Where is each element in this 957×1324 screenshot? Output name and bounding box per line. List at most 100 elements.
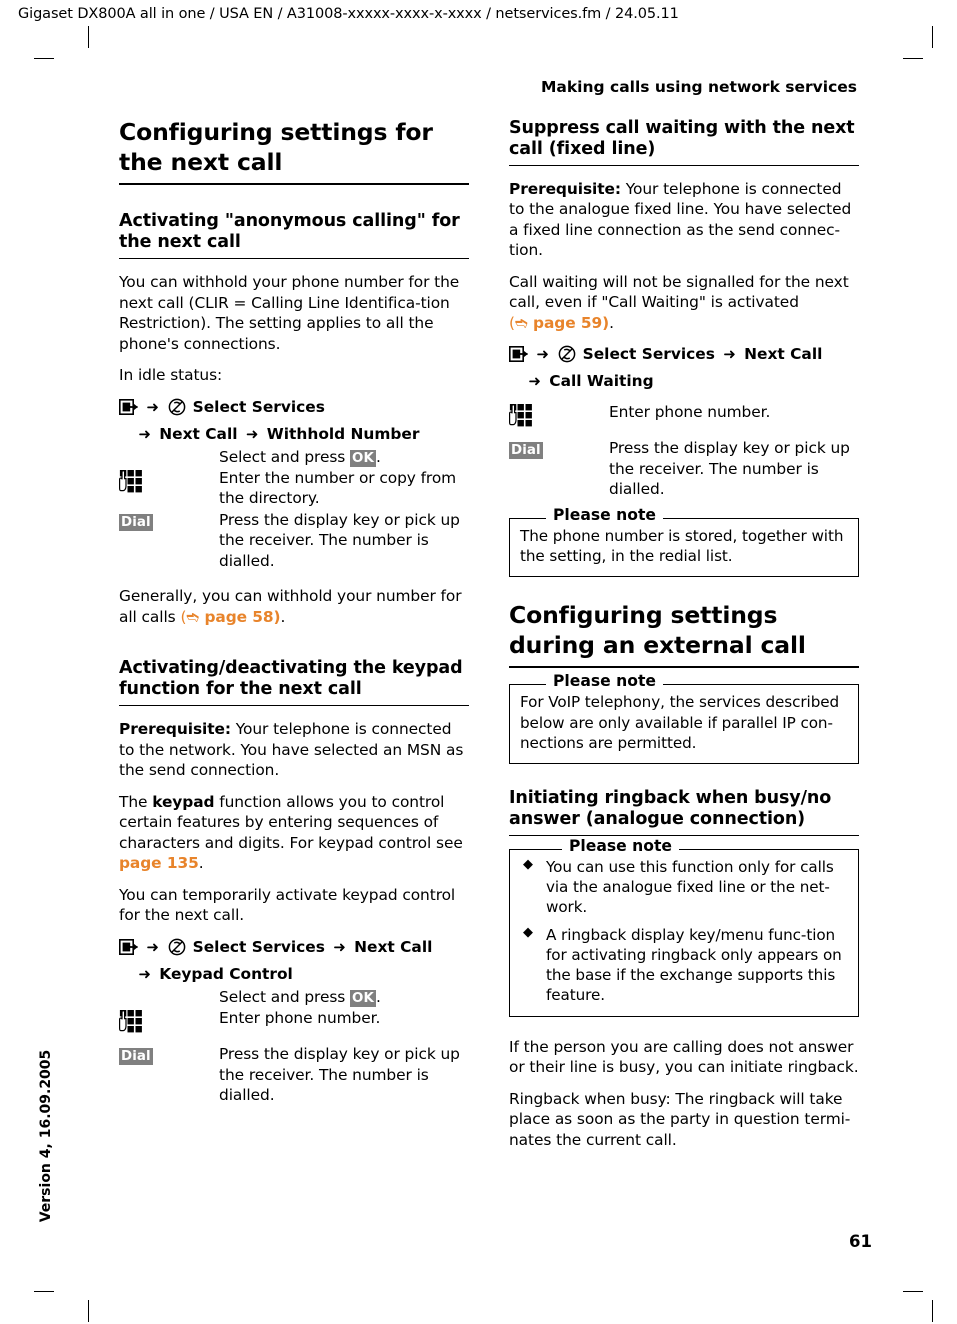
arrow-icon: ➜ xyxy=(146,937,159,956)
crop-mark-left-bottom xyxy=(34,1291,54,1292)
paragraph-temporary-keypad: You can temporarily activate keypad cont… xyxy=(119,885,456,925)
paragraph-text-end: . xyxy=(609,313,614,332)
manual-page: Gigaset DX800A all in one / USA EN / A31… xyxy=(0,0,957,1324)
paragraph-ringback-when-busy: Ringback when busy: The ringback will ta… xyxy=(509,1089,851,1149)
ok-display-key[interactable]: OK xyxy=(350,449,376,467)
paragraph-keypad-explanation: The keypad function allows you to contro… xyxy=(119,792,469,874)
list-item-text: A ringback display key/menu func-tion fo… xyxy=(546,925,842,1005)
menu-item-withhold-number[interactable]: Withhold Number xyxy=(267,425,420,443)
step-enter-phone-number-r1: Enter phone number. xyxy=(509,402,859,437)
list-item-text: You can use this function only for calls… xyxy=(546,858,834,917)
step-text-suffix: . xyxy=(376,447,381,466)
right-column: Suppress call waiting with the next call… xyxy=(509,118,859,1150)
paragraph-call-waiting-not-signalled: Call waiting will not be signalled for t… xyxy=(509,272,859,333)
step-key-dial: Dial xyxy=(119,1044,219,1066)
step-text-press-dial: Press the display key or pick up the rec… xyxy=(219,510,460,570)
version-marker: Version 4, 16.09.2005 xyxy=(38,1049,54,1223)
paragraph-prerequisite-network: Prerequisite: Your telephone is connecte… xyxy=(119,719,469,780)
section-heading-anonymous-calling: Activating "anonymous calling" for the n… xyxy=(119,211,460,253)
step-key-empty xyxy=(119,447,219,449)
crop-mark-bottom-left xyxy=(88,1300,89,1322)
step-text-enter-phone-number-r1: Enter phone number. xyxy=(609,403,771,422)
step-key-keypad xyxy=(119,468,219,503)
crop-mark-top-right xyxy=(932,26,933,48)
menu-item-next-call[interactable]: Next Call xyxy=(159,425,237,443)
arrow-icon: ➜ xyxy=(528,372,541,391)
keypad-icon xyxy=(119,1009,219,1043)
step-select-ok: Select and press OK. xyxy=(119,447,469,467)
crop-mark-top-left xyxy=(88,26,89,48)
step-text-press-dial-2: Press the display key or pick up the rec… xyxy=(219,1045,460,1105)
xref-page-59[interactable]: page 59) xyxy=(533,314,609,332)
note-box-title: Please note xyxy=(546,507,664,524)
menu-item-select-services[interactable]: Select Services xyxy=(583,345,715,363)
arrow-icon: ➜ xyxy=(723,345,736,364)
arrow-icon: ➜ xyxy=(146,397,159,416)
paragraph-text: Generally, you can withhold your number … xyxy=(119,587,462,626)
menu-item-call-waiting[interactable]: Call Waiting xyxy=(549,372,653,390)
section-heading-keypad-function: Activating/deactivating the keypad funct… xyxy=(119,658,463,700)
step-text-suffix: . xyxy=(376,987,381,1006)
note-box-text: For VoIP telephony, the services describ… xyxy=(520,693,840,752)
section-rule xyxy=(509,835,859,837)
menu-path-keypad-control-line2: ➜ Keypad Control xyxy=(119,964,469,985)
section-rule xyxy=(119,258,469,260)
menu-path-call-waiting-line2: ➜ Call Waiting xyxy=(509,371,859,392)
step-enter-number: Enter the number or copy from the direct… xyxy=(119,468,469,509)
ok-display-key[interactable]: OK xyxy=(350,989,376,1007)
step-text-press-dial-r1: Press the display key or pick up the rec… xyxy=(609,439,850,499)
menu-item-next-call[interactable]: Next Call xyxy=(744,345,822,363)
arrow-icon: ➬ xyxy=(514,313,534,332)
paragraph-idle-status: In idle status: xyxy=(119,366,223,385)
arrow-icon: ➬ xyxy=(186,607,205,626)
menu-item-next-call[interactable]: Next Call xyxy=(354,938,432,956)
title-rule xyxy=(119,183,469,186)
menu-path-keypad-control: ➜ Select Services ➜ Next Call xyxy=(119,937,469,962)
step-key-empty xyxy=(119,987,219,989)
page-number: 61 xyxy=(849,1232,872,1251)
step-key-keypad xyxy=(119,1008,219,1043)
title-rule xyxy=(509,666,859,669)
note-box-text: The phone number is stored, together wit… xyxy=(520,526,844,565)
page-title-external-call: Configuring settings during an external … xyxy=(509,601,806,659)
note-box-title: Please note xyxy=(562,838,680,855)
dial-display-key[interactable]: Dial xyxy=(119,1048,153,1066)
menu-item-select-services[interactable]: Select Services xyxy=(193,938,325,956)
arrow-icon: ➜ xyxy=(138,424,151,443)
menu-item-select-services[interactable]: Select Services xyxy=(193,398,325,416)
text-a: The xyxy=(119,792,153,811)
network-services-icon xyxy=(168,398,186,422)
step-key-dial: Dial xyxy=(119,510,219,531)
xref-page-135[interactable]: page 135 xyxy=(119,854,199,872)
note-box-voip: Please note For VoIP telephony, the serv… xyxy=(509,674,859,765)
list-item: ◆ You can use this function only for call… xyxy=(520,857,848,918)
arrow-icon: ➜ xyxy=(245,424,259,443)
xref-page-58[interactable]: page 58) xyxy=(204,608,280,626)
note-box-bullet-list: ◆ You can use this function only for call… xyxy=(520,857,848,1006)
keypad-icon xyxy=(119,469,219,503)
arrow-icon: ➜ xyxy=(536,345,549,364)
step-select-ok-2: Select and press OK. xyxy=(119,987,469,1007)
paragraph-text: Call waiting will not be signalled for t… xyxy=(509,272,849,312)
keypad-term: keypad xyxy=(152,792,215,811)
step-text-select-ok-2: Select and press OK. xyxy=(219,987,469,1007)
menu-key-icon xyxy=(119,938,138,961)
running-head: Making calls using network services xyxy=(540,78,857,96)
step-press-dial-2: Dial Press the display key or pick up th… xyxy=(119,1044,469,1105)
diamond-bullet-icon: ◆ xyxy=(523,857,533,873)
dial-display-key[interactable]: Dial xyxy=(119,513,153,531)
menu-path-withhold-number-line2: ➜ Next Call ➜ Withhold Number xyxy=(119,424,469,445)
step-text-select-ok: Select and press OK. xyxy=(219,447,469,467)
arrow-icon: ➜ xyxy=(333,937,346,956)
document-slug: Gigaset DX800A all in one / USA EN / A31… xyxy=(18,6,679,22)
note-box-title: Please note xyxy=(546,674,664,690)
dial-display-key[interactable]: Dial xyxy=(509,442,543,460)
prerequisite-label: Prerequisite: xyxy=(119,720,231,739)
menu-item-keypad-control[interactable]: Keypad Control xyxy=(159,965,293,983)
step-press-dial: Dial Press the display key or pick up th… xyxy=(119,510,469,571)
paragraph-prerequisite-fixed-line: Prerequisite: Your telephone is connecte… xyxy=(509,179,859,261)
